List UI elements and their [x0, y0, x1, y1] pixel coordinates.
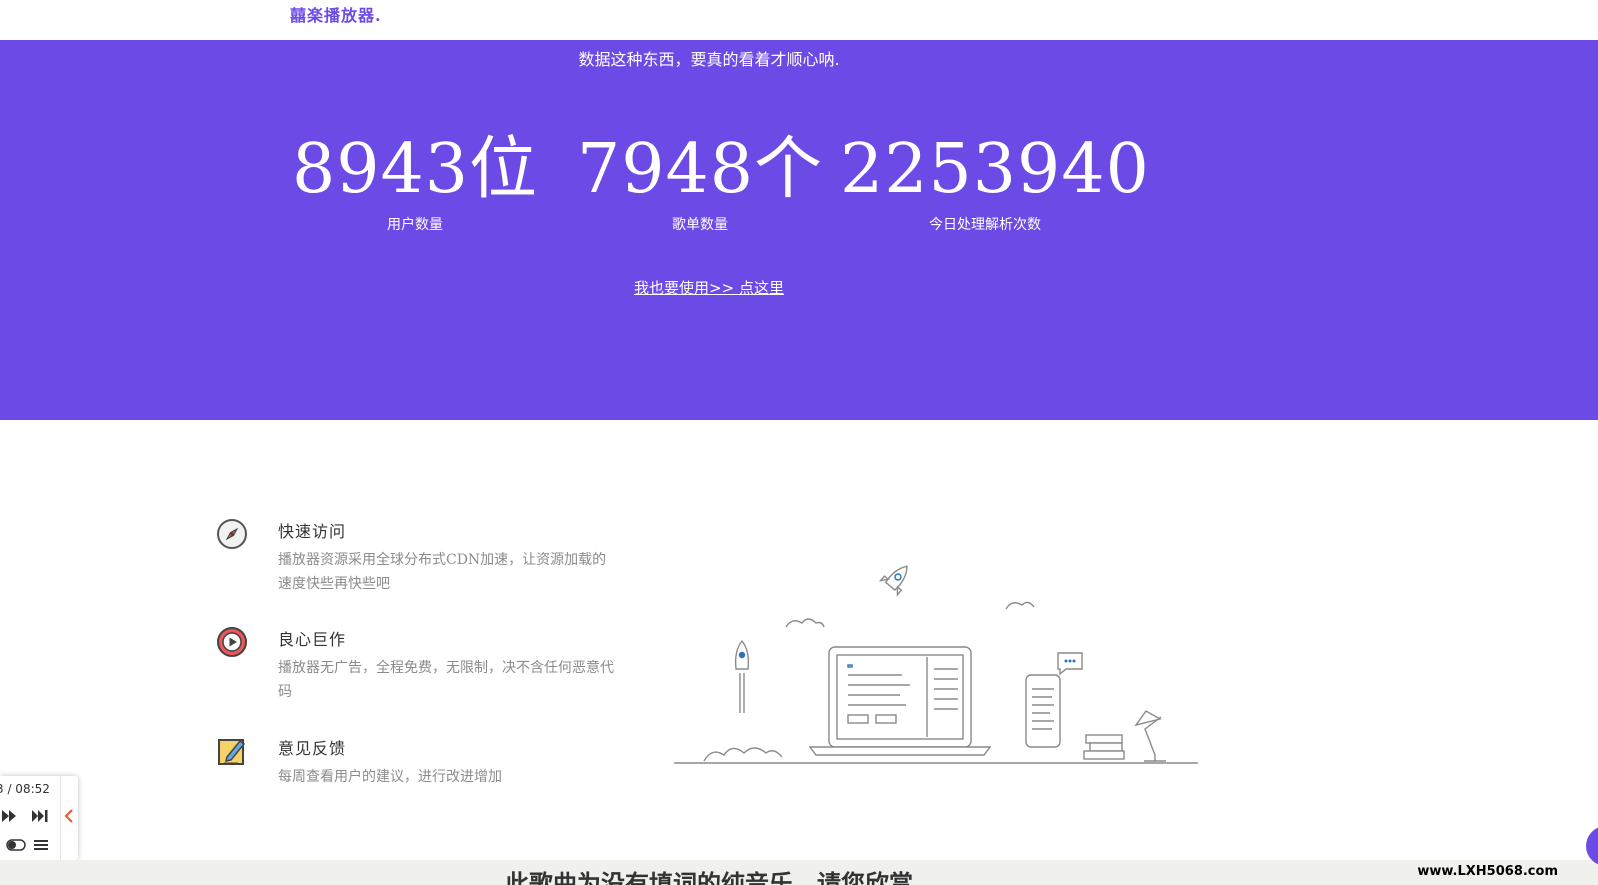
player-time: 3 / 08:52 — [0, 782, 50, 796]
top-bar: 囍楽播放器. — [0, 0, 1598, 40]
play-circle-icon — [217, 627, 247, 657]
stats-tagline: 数据这种东西，要真的看着才顺心呐. — [578, 50, 840, 69]
feature-desc: 每周查看用户的建议，进行改进增加 — [278, 769, 502, 785]
mini-player[interactable]: 3 / 08:52 — [0, 776, 78, 860]
stat-parses: 2253940 今日处理解析次数 — [840, 128, 1150, 234]
cta-wrapper: 我也要使用>> 点这里 — [0, 277, 1418, 298]
feature-title: 意见反馈 — [278, 739, 347, 758]
lyric-bar: 此歌曲为没有填词的纯音乐，请您欣赏 www.LXH5068.com — [0, 860, 1598, 885]
compass-icon — [217, 519, 247, 549]
devices-illustration — [674, 565, 1198, 764]
stats-section: 数据这种东西，要真的看着才顺心呐. 8943位 用户数量 7948个 歌单数量 … — [0, 40, 1598, 420]
fast-forward-icon[interactable] — [2, 808, 18, 827]
edit-note-icon — [218, 739, 246, 765]
stat-users-label: 用户数量 — [387, 217, 443, 233]
feature-desc: 播放器资源采用全球分布式CDN加速，让资源加载的速度快些再快些吧 — [278, 552, 607, 592]
feature-title: 良心巨作 — [278, 630, 347, 649]
site-watermark: www.LXH5068.com — [1417, 864, 1558, 879]
use-it-link[interactable]: 我也要使用>> 点这里 — [634, 279, 784, 297]
next-track-icon[interactable] — [32, 808, 50, 827]
stat-users-value: 8943位 — [291, 130, 539, 209]
stat-users: 8943位 用户数量 — [270, 128, 560, 234]
feature-title: 快速访问 — [278, 522, 347, 541]
player-collapse-handle[interactable] — [60, 776, 78, 860]
stat-parses-value: 2253940 — [840, 130, 1150, 209]
stat-playlists-value: 7948个 — [576, 130, 824, 209]
stat-playlists-label: 歌单数量 — [672, 217, 728, 233]
feature-desc: 播放器无广告，全程免费，无限制，决不含任何恶意代码 — [278, 660, 614, 700]
playlist-menu-icon[interactable] — [34, 836, 48, 855]
lyric-text: 此歌曲为没有填词的纯音乐，请您欣赏 — [505, 870, 913, 885]
brand-logo-text[interactable]: 囍楽播放器. — [290, 2, 382, 26]
stat-playlists: 7948个 歌单数量 — [555, 128, 845, 234]
stat-parses-label: 今日处理解析次数 — [929, 217, 1041, 233]
toggle-icon[interactable] — [6, 836, 26, 855]
chevron-left-icon[interactable] — [63, 808, 75, 824]
